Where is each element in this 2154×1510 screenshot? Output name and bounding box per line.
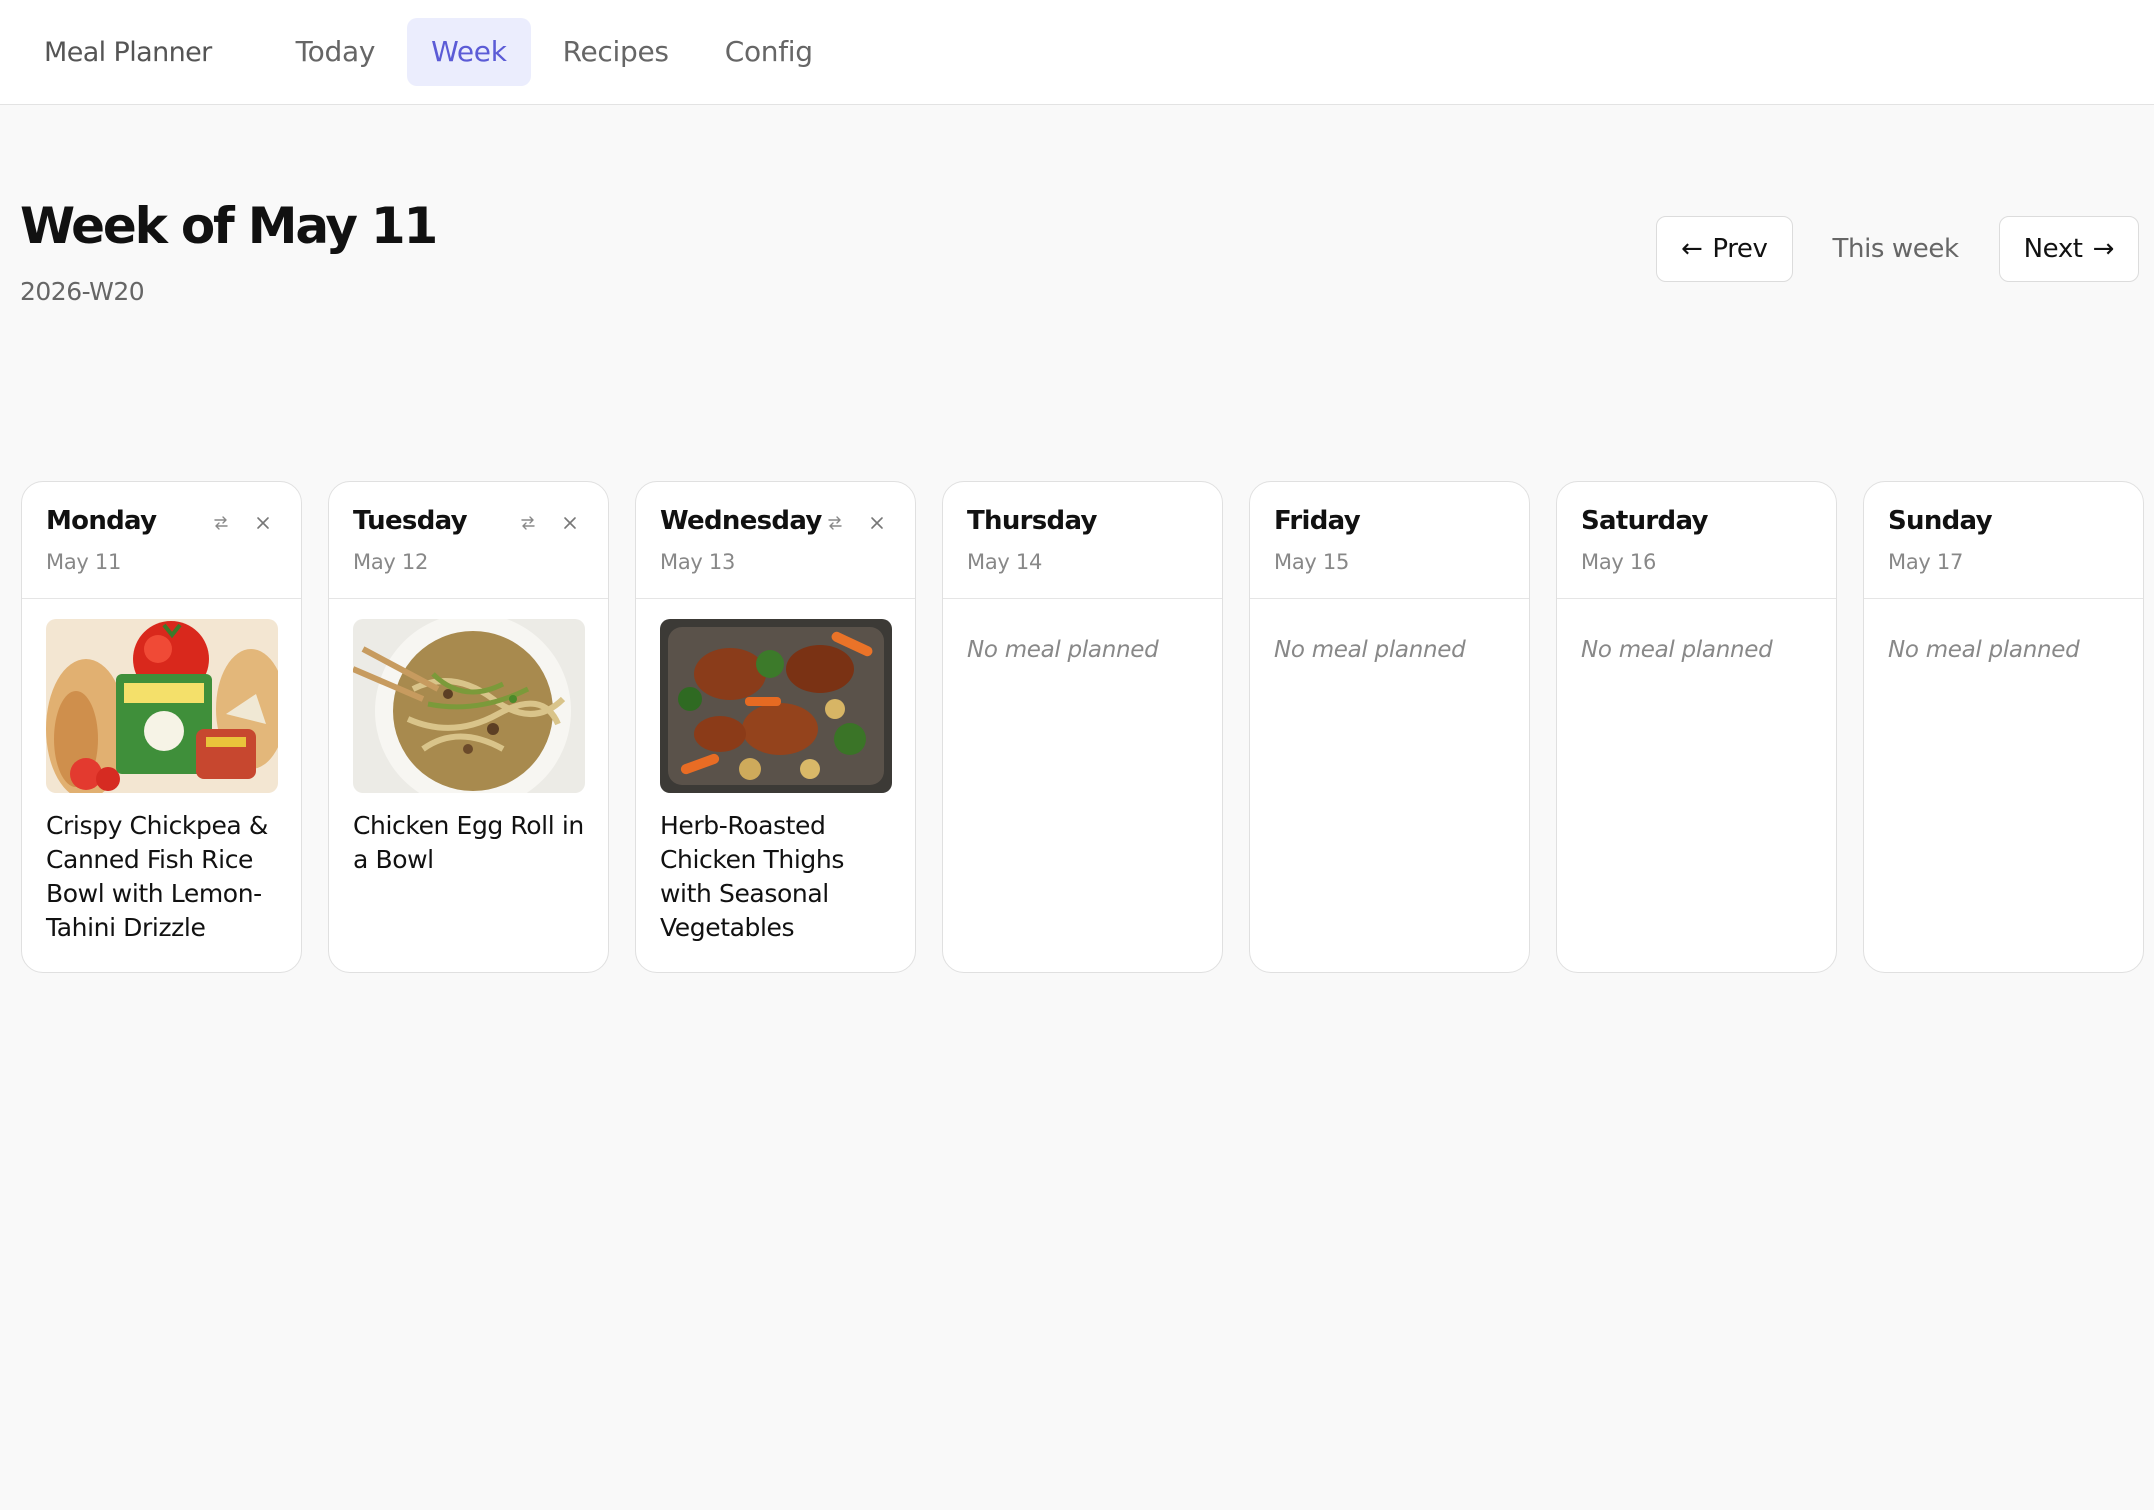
empty-meal-label: No meal planned <box>1581 637 1773 663</box>
day-card-tuesday: Tuesday May 12 Chicken Egg Roll in a Bow… <box>328 481 609 973</box>
day-header: Thursday May 14 <box>943 482 1222 599</box>
day-body[interactable]: No meal planned <box>1864 599 2143 683</box>
this-week-button[interactable]: This week <box>1793 216 1999 282</box>
week-code: 2026-W20 <box>20 277 145 306</box>
day-header: Monday May 11 <box>22 482 301 599</box>
close-icon[interactable] <box>253 512 273 534</box>
swap-icon[interactable] <box>518 512 538 534</box>
day-header: Sunday May 17 <box>1864 482 2143 599</box>
prev-week-button[interactable]: ← Prev <box>1656 216 1793 282</box>
week-days: Monday May 11 Crispy Chickpea & Canned F… <box>21 481 2144 973</box>
day-actions <box>825 512 887 534</box>
day-actions <box>518 512 580 534</box>
meal-title[interactable]: Chicken Egg Roll in a Bowl <box>353 809 584 877</box>
day-card-thursday: Thursday May 14 No meal planned <box>942 481 1223 973</box>
empty-meal-label: No meal planned <box>967 637 1159 663</box>
empty-meal-label: No meal planned <box>1274 637 1466 663</box>
day-header: Friday May 15 <box>1250 482 1529 599</box>
next-label: Next <box>2023 234 2083 264</box>
arrow-right-icon: → <box>2092 234 2115 264</box>
day-card-monday: Monday May 11 Crispy Chickpea & Canned F… <box>21 481 302 973</box>
day-card-wednesday: Wednesday May 13 Herb-Roasted Chicken Th… <box>635 481 916 973</box>
tab-week[interactable]: Week <box>407 18 531 86</box>
day-date: May 15 <box>1274 550 1350 574</box>
day-body: Herb-Roasted Chicken Thighs with Seasona… <box>636 599 915 965</box>
meal-image[interactable] <box>46 619 278 793</box>
day-date: May 11 <box>46 550 122 574</box>
day-date: May 12 <box>353 550 429 574</box>
week-header: Week of May 11 2026-W20 ← Prev This week… <box>0 105 2154 973</box>
day-actions <box>211 512 273 534</box>
meal-image[interactable] <box>660 619 892 793</box>
meal-image[interactable] <box>353 619 585 793</box>
day-name: Saturday <box>1581 506 1708 536</box>
day-body[interactable]: No meal planned <box>1557 599 1836 683</box>
day-date: May 16 <box>1581 550 1657 574</box>
day-card-saturday: Saturday May 16 No meal planned <box>1556 481 1837 973</box>
day-header: Saturday May 16 <box>1557 482 1836 599</box>
swap-icon[interactable] <box>825 512 845 534</box>
day-card-sunday: Sunday May 17 No meal planned <box>1863 481 2144 973</box>
day-date: May 17 <box>1888 550 1964 574</box>
day-name: Friday <box>1274 506 1361 536</box>
day-date: May 14 <box>967 550 1043 574</box>
week-navigation: ← Prev This week Next → <box>1656 216 2139 282</box>
meal-title[interactable]: Herb-Roasted Chicken Thighs with Seasona… <box>660 809 891 945</box>
next-week-button[interactable]: Next → <box>1998 216 2139 282</box>
day-header: Tuesday May 12 <box>329 482 608 599</box>
swap-icon[interactable] <box>211 512 231 534</box>
day-body[interactable]: No meal planned <box>1250 599 1529 683</box>
tab-today[interactable]: Today <box>272 18 399 86</box>
day-date: May 13 <box>660 550 736 574</box>
app-title[interactable]: Meal Planner <box>44 37 212 68</box>
day-card-friday: Friday May 15 No meal planned <box>1249 481 1530 973</box>
meal-title[interactable]: Crispy Chickpea & Canned Fish Rice Bowl … <box>46 809 277 945</box>
main-nav: Today Week Recipes Config <box>272 18 837 86</box>
close-icon[interactable] <box>867 512 887 534</box>
day-body[interactable]: No meal planned <box>943 599 1222 683</box>
prev-label: Prev <box>1712 234 1768 264</box>
arrow-left-icon: ← <box>1681 234 1703 264</box>
day-body: Crispy Chickpea & Canned Fish Rice Bowl … <box>22 599 301 965</box>
tab-config[interactable]: Config <box>701 18 837 86</box>
day-body: Chicken Egg Roll in a Bowl <box>329 599 608 897</box>
tab-recipes[interactable]: Recipes <box>539 18 693 86</box>
close-icon[interactable] <box>560 512 580 534</box>
top-nav-bar: Meal Planner Today Week Recipes Config <box>0 0 2154 105</box>
day-name: Sunday <box>1888 506 1993 536</box>
day-name: Thursday <box>967 506 1097 536</box>
day-header: Wednesday May 13 <box>636 482 915 599</box>
empty-meal-label: No meal planned <box>1888 637 2080 663</box>
page-title: Week of May 11 <box>20 197 438 255</box>
